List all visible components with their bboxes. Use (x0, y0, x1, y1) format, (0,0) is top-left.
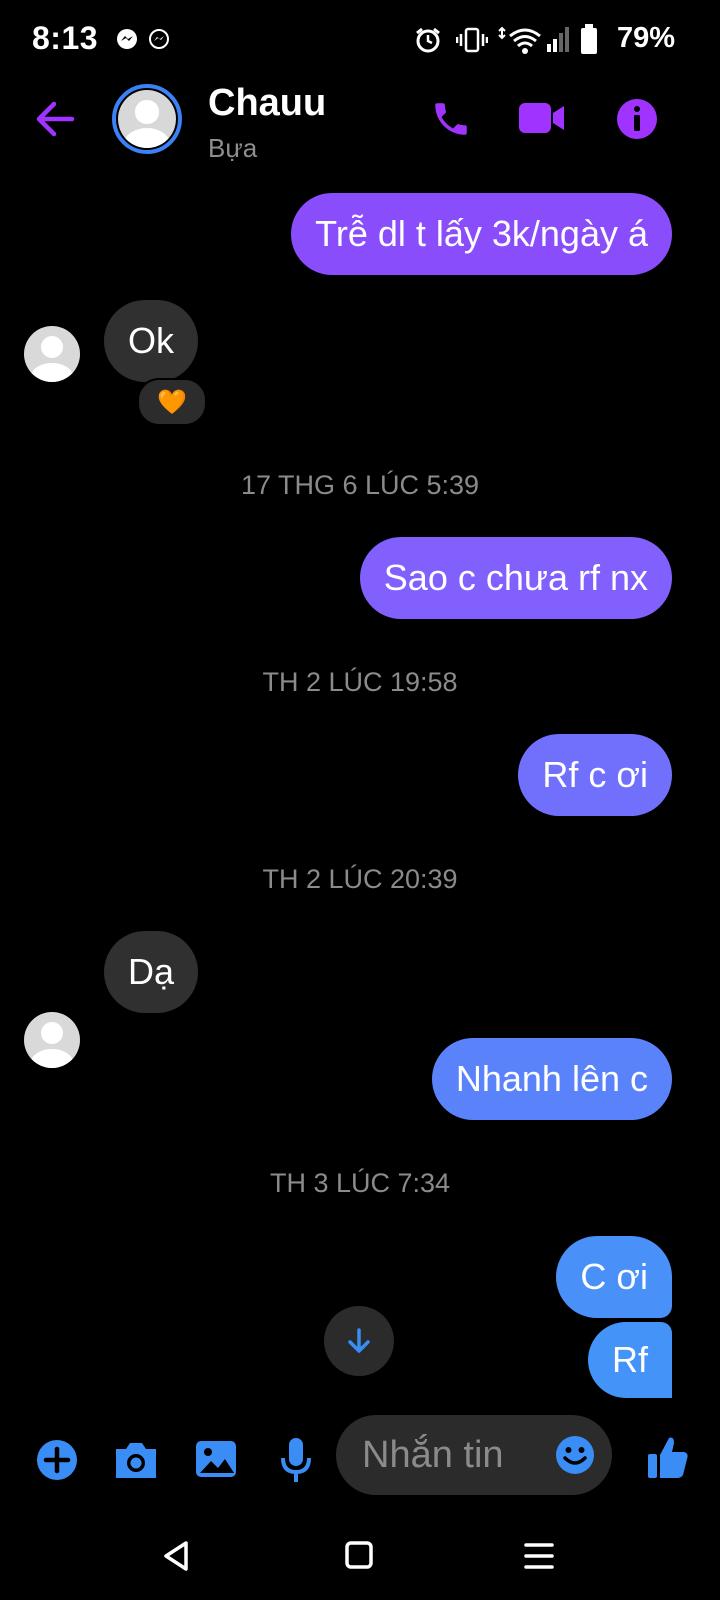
reaction-emoji: 🧡 (157, 388, 187, 416)
message-bubble-outgoing[interactable]: Sao c chưa rf nx (359, 537, 672, 619)
system-navigation-bar (0, 1510, 720, 1600)
thumbs-up-icon[interactable] (646, 1434, 690, 1480)
message-bubble-incoming[interactable]: Ok (104, 300, 199, 382)
message-bubble-outgoing[interactable]: Rf (588, 1322, 672, 1398)
scroll-to-bottom-button[interactable] (324, 1306, 394, 1376)
messenger-notification-icon (117, 29, 137, 49)
message-bubble-incoming[interactable]: Dạ (104, 931, 199, 1013)
plus-icon[interactable] (36, 1439, 78, 1481)
back-arrow-icon[interactable] (34, 98, 76, 140)
nav-back-icon[interactable] (160, 1540, 192, 1572)
messenger-notification-icon-2 (149, 29, 169, 49)
heart-reaction-icon[interactable]: 🧡 (137, 378, 207, 426)
battery-percentage: 79% (617, 22, 676, 54)
gallery-icon[interactable] (194, 1439, 238, 1479)
timestamp: TH 2 LÚC 20:39 (262, 864, 458, 894)
microphone-icon[interactable] (280, 1436, 312, 1484)
phone-icon[interactable] (430, 98, 472, 140)
emoji-icon[interactable] (554, 1434, 596, 1476)
wifi-icon (498, 26, 541, 54)
alarm-icon (416, 27, 440, 53)
info-icon[interactable] (616, 98, 658, 140)
signal-icon (547, 27, 569, 52)
message-bubble-outgoing[interactable]: Rf c ơi (518, 734, 672, 816)
message-input[interactable]: Nhắn tin (336, 1415, 612, 1495)
camera-icon[interactable] (112, 1440, 160, 1480)
message-bubble-outgoing[interactable]: Nhanh lên c (431, 1038, 672, 1120)
battery-icon (581, 24, 597, 54)
message-bubble-outgoing[interactable]: C ơi (556, 1236, 672, 1318)
status-time: 8:13 (32, 20, 99, 56)
sender-avatar[interactable] (24, 326, 80, 382)
scroll-down-icon (348, 1328, 370, 1353)
message-input-placeholder: Nhắn tin (362, 1434, 504, 1476)
timestamp: TH 2 LÚC 19:58 (262, 667, 458, 697)
nav-home-icon[interactable] (344, 1540, 374, 1570)
nav-menu-icon[interactable] (524, 1542, 554, 1570)
contact-nickname: Bựa (208, 133, 258, 163)
timestamp: 17 THG 6 LÚC 5:39 (240, 470, 480, 500)
contact-name[interactable]: Chauu (208, 82, 326, 125)
vibrate-icon (456, 27, 488, 53)
sender-avatar[interactable] (24, 1012, 80, 1068)
timestamp: TH 3 LÚC 7:34 (269, 1168, 451, 1198)
contact-avatar[interactable] (112, 84, 182, 154)
message-bubble-outgoing[interactable]: Trễ dl t lấy 3k/ngày á (291, 193, 672, 275)
video-call-icon[interactable] (518, 100, 566, 136)
